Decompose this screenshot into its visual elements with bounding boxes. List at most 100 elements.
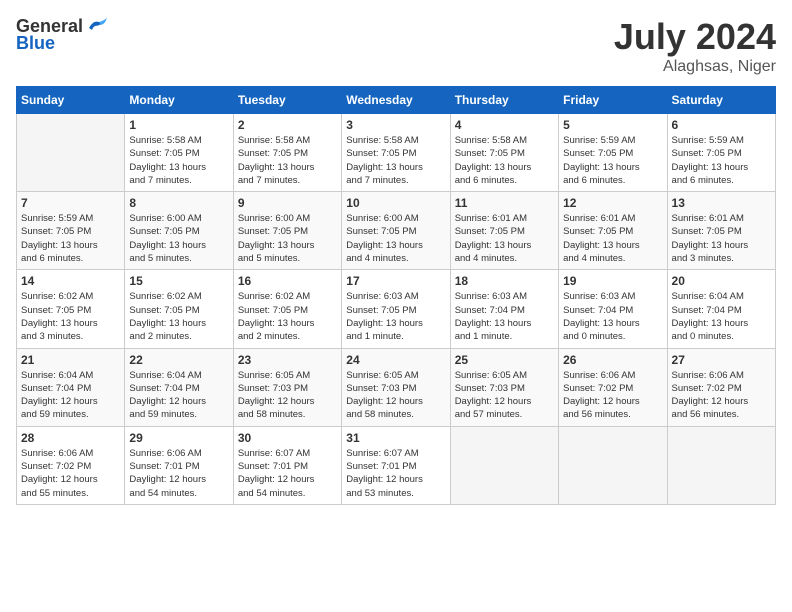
day-number: 31 bbox=[346, 431, 445, 445]
day-number: 20 bbox=[672, 274, 771, 288]
day-info: Sunrise: 6:06 AM Sunset: 7:02 PM Dayligh… bbox=[672, 369, 771, 422]
day-number: 15 bbox=[129, 274, 228, 288]
header-row: SundayMondayTuesdayWednesdayThursdayFrid… bbox=[17, 87, 776, 114]
header-day-friday: Friday bbox=[559, 87, 667, 114]
day-info: Sunrise: 6:01 AM Sunset: 7:05 PM Dayligh… bbox=[563, 212, 662, 265]
day-number: 17 bbox=[346, 274, 445, 288]
title-block: July 2024 Alaghsas, Niger bbox=[614, 16, 776, 76]
week-row-3: 14 Sunrise: 6:02 AM Sunset: 7:05 PM Dayli… bbox=[17, 270, 776, 348]
calendar-cell bbox=[667, 426, 775, 504]
calendar-cell: 17 Sunrise: 6:03 AM Sunset: 7:05 PM Dayli… bbox=[342, 270, 450, 348]
day-info: Sunrise: 6:05 AM Sunset: 7:03 PM Dayligh… bbox=[346, 369, 445, 422]
day-number: 1 bbox=[129, 118, 228, 132]
calendar-cell bbox=[559, 426, 667, 504]
day-info: Sunrise: 6:02 AM Sunset: 7:05 PM Dayligh… bbox=[129, 290, 228, 343]
calendar-cell: 15 Sunrise: 6:02 AM Sunset: 7:05 PM Dayli… bbox=[125, 270, 233, 348]
day-info: Sunrise: 5:59 AM Sunset: 7:05 PM Dayligh… bbox=[563, 134, 662, 187]
calendar-cell: 10 Sunrise: 6:00 AM Sunset: 7:05 PM Dayli… bbox=[342, 192, 450, 270]
day-info: Sunrise: 6:05 AM Sunset: 7:03 PM Dayligh… bbox=[455, 369, 554, 422]
day-number: 16 bbox=[238, 274, 337, 288]
day-info: Sunrise: 6:03 AM Sunset: 7:04 PM Dayligh… bbox=[563, 290, 662, 343]
calendar-cell bbox=[450, 426, 558, 504]
week-row-5: 28 Sunrise: 6:06 AM Sunset: 7:02 PM Dayli… bbox=[17, 426, 776, 504]
day-info: Sunrise: 6:06 AM Sunset: 7:02 PM Dayligh… bbox=[21, 447, 120, 500]
day-number: 23 bbox=[238, 353, 337, 367]
day-info: Sunrise: 6:07 AM Sunset: 7:01 PM Dayligh… bbox=[238, 447, 337, 500]
day-info: Sunrise: 5:58 AM Sunset: 7:05 PM Dayligh… bbox=[238, 134, 337, 187]
day-number: 22 bbox=[129, 353, 228, 367]
day-number: 30 bbox=[238, 431, 337, 445]
calendar-cell: 16Sunrise: 6:02 AM Sunset: 7:05 PM Dayli… bbox=[233, 270, 341, 348]
day-number: 2 bbox=[238, 118, 337, 132]
day-number: 8 bbox=[129, 196, 228, 210]
calendar-cell bbox=[17, 114, 125, 192]
day-info: Sunrise: 6:00 AM Sunset: 7:05 PM Dayligh… bbox=[129, 212, 228, 265]
day-info: Sunrise: 6:04 AM Sunset: 7:04 PM Dayligh… bbox=[672, 290, 771, 343]
day-number: 25 bbox=[455, 353, 554, 367]
calendar-cell: 25 Sunrise: 6:05 AM Sunset: 7:03 PM Dayli… bbox=[450, 348, 558, 426]
day-info: Sunrise: 6:00 AM Sunset: 7:05 PM Dayligh… bbox=[346, 212, 445, 265]
calendar-cell: 14 Sunrise: 6:02 AM Sunset: 7:05 PM Dayli… bbox=[17, 270, 125, 348]
week-row-1: 1 Sunrise: 5:58 AM Sunset: 7:05 PM Daylig… bbox=[17, 114, 776, 192]
calendar-cell: 5 Sunrise: 5:59 AM Sunset: 7:05 PM Daylig… bbox=[559, 114, 667, 192]
location-subtitle: Alaghsas, Niger bbox=[614, 58, 776, 76]
logo: General Blue bbox=[16, 16, 107, 54]
calendar-cell: 4Sunrise: 5:58 AM Sunset: 7:05 PM Daylig… bbox=[450, 114, 558, 192]
calendar-cell: 30 Sunrise: 6:07 AM Sunset: 7:01 PM Dayli… bbox=[233, 426, 341, 504]
calendar-cell: 26 Sunrise: 6:06 AM Sunset: 7:02 PM Dayli… bbox=[559, 348, 667, 426]
calendar-cell: 22 Sunrise: 6:04 AM Sunset: 7:04 PM Dayli… bbox=[125, 348, 233, 426]
calendar-cell: 13 Sunrise: 6:01 AM Sunset: 7:05 PM Dayli… bbox=[667, 192, 775, 270]
day-info: Sunrise: 6:06 AM Sunset: 7:01 PM Dayligh… bbox=[129, 447, 228, 500]
calendar-cell: 21Sunrise: 6:04 AM Sunset: 7:04 PM Dayli… bbox=[17, 348, 125, 426]
logo-blue: Blue bbox=[16, 33, 55, 54]
calendar-cell: 11 Sunrise: 6:01 AM Sunset: 7:05 PM Dayli… bbox=[450, 192, 558, 270]
calendar-cell: 24 Sunrise: 6:05 AM Sunset: 7:03 PM Dayli… bbox=[342, 348, 450, 426]
calendar-cell: 9Sunrise: 6:00 AM Sunset: 7:05 PM Daylig… bbox=[233, 192, 341, 270]
day-number: 19 bbox=[563, 274, 662, 288]
header-day-wednesday: Wednesday bbox=[342, 87, 450, 114]
day-number: 9 bbox=[238, 196, 337, 210]
day-number: 21 bbox=[21, 353, 120, 367]
calendar-cell: 1Sunrise: 5:58 AM Sunset: 7:05 PM Daylig… bbox=[125, 114, 233, 192]
calendar-cell: 23 Sunrise: 6:05 AM Sunset: 7:03 PM Dayli… bbox=[233, 348, 341, 426]
day-number: 13 bbox=[672, 196, 771, 210]
day-number: 7 bbox=[21, 196, 120, 210]
day-number: 3 bbox=[346, 118, 445, 132]
day-info: Sunrise: 6:07 AM Sunset: 7:01 PM Dayligh… bbox=[346, 447, 445, 500]
header-day-tuesday: Tuesday bbox=[233, 87, 341, 114]
calendar-cell: 3Sunrise: 5:58 AM Sunset: 7:05 PM Daylig… bbox=[342, 114, 450, 192]
day-info: Sunrise: 6:03 AM Sunset: 7:04 PM Dayligh… bbox=[455, 290, 554, 343]
calendar-cell: 18Sunrise: 6:03 AM Sunset: 7:04 PM Dayli… bbox=[450, 270, 558, 348]
day-info: Sunrise: 5:59 AM Sunset: 7:05 PM Dayligh… bbox=[21, 212, 120, 265]
day-number: 29 bbox=[129, 431, 228, 445]
day-info: Sunrise: 6:04 AM Sunset: 7:04 PM Dayligh… bbox=[129, 369, 228, 422]
header-day-thursday: Thursday bbox=[450, 87, 558, 114]
week-row-2: 7 Sunrise: 5:59 AM Sunset: 7:05 PM Daylig… bbox=[17, 192, 776, 270]
day-info: Sunrise: 6:01 AM Sunset: 7:05 PM Dayligh… bbox=[672, 212, 771, 265]
day-number: 14 bbox=[21, 274, 120, 288]
day-number: 11 bbox=[455, 196, 554, 210]
header-day-monday: Monday bbox=[125, 87, 233, 114]
calendar-cell: 27 Sunrise: 6:06 AM Sunset: 7:02 PM Dayli… bbox=[667, 348, 775, 426]
calendar-cell: 28 Sunrise: 6:06 AM Sunset: 7:02 PM Dayli… bbox=[17, 426, 125, 504]
day-info: Sunrise: 6:06 AM Sunset: 7:02 PM Dayligh… bbox=[563, 369, 662, 422]
calendar-cell: 31 Sunrise: 6:07 AM Sunset: 7:01 PM Dayli… bbox=[342, 426, 450, 504]
day-number: 28 bbox=[21, 431, 120, 445]
day-number: 10 bbox=[346, 196, 445, 210]
day-info: Sunrise: 6:05 AM Sunset: 7:03 PM Dayligh… bbox=[238, 369, 337, 422]
week-row-4: 21 Sunrise: 6:04 AM Sunset: 7:04 PM Dayli… bbox=[17, 348, 776, 426]
day-number: 26 bbox=[563, 353, 662, 367]
day-number: 27 bbox=[672, 353, 771, 367]
day-info: Sunrise: 6:02 AM Sunset: 7:05 PM Dayligh… bbox=[21, 290, 120, 343]
calendar-cell: 6Sunrise: 5:59 AM Sunset: 7:05 PM Daylig… bbox=[667, 114, 775, 192]
day-info: Sunrise: 6:03 AM Sunset: 7:05 PM Dayligh… bbox=[346, 290, 445, 343]
day-number: 5 bbox=[563, 118, 662, 132]
calendar-cell: 19 Sunrise: 6:03 AM Sunset: 7:04 PM Dayli… bbox=[559, 270, 667, 348]
day-number: 24 bbox=[346, 353, 445, 367]
calendar-cell: 8 Sunrise: 6:00 AM Sunset: 7:05 PM Daylig… bbox=[125, 192, 233, 270]
day-info: Sunrise: 6:01 AM Sunset: 7:05 PM Dayligh… bbox=[455, 212, 554, 265]
calendar-cell: 29 Sunrise: 6:06 AM Sunset: 7:01 PM Dayli… bbox=[125, 426, 233, 504]
day-info: Sunrise: 5:59 AM Sunset: 7:05 PM Dayligh… bbox=[672, 134, 771, 187]
header-day-saturday: Saturday bbox=[667, 87, 775, 114]
page-header: General Blue July 2024 Alaghsas, Niger bbox=[16, 16, 776, 76]
